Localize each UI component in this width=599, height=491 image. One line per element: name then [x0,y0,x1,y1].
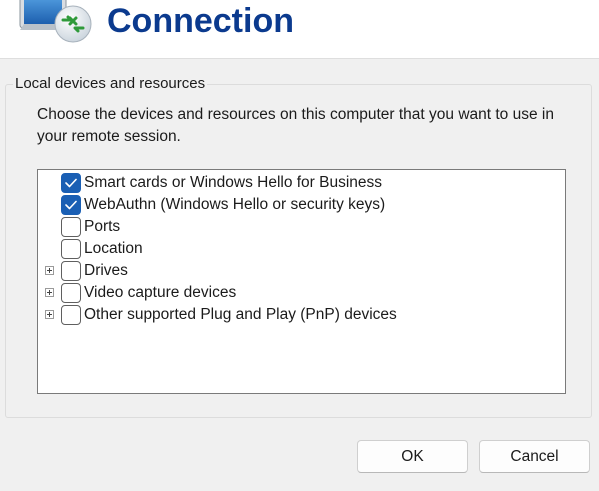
tree-item-smart-cards[interactable]: Smart cards or Windows Hello for Busines… [38,172,565,194]
tree-item-label: Smart cards or Windows Hello for Busines… [84,174,383,191]
expand-plus-icon[interactable] [45,310,54,319]
video-capture-checkbox[interactable] [61,283,81,303]
webauthn-checkbox[interactable] [61,195,81,215]
ports-checkbox[interactable] [61,217,81,237]
remote-desktop-connection-icon [19,0,92,43]
tree-item-label: Video capture devices [84,284,237,301]
page-title: Connection [107,2,294,40]
tree-item-label: Location [84,240,143,257]
tree-item-label: Drives [84,262,128,279]
tree-item-drives[interactable]: Drives [38,260,565,282]
smart-cards-checkbox[interactable] [61,173,81,193]
checkmark-icon [65,200,77,210]
tree-item-webauthn[interactable]: WebAuthn (Windows Hello or security keys… [38,194,565,216]
pnp-devices-checkbox[interactable] [61,305,81,325]
tree-item-pnp-devices[interactable]: Other supported Plug and Play (PnP) devi… [38,304,565,326]
tree-item-video-capture[interactable]: Video capture devices [38,282,565,304]
ok-button[interactable]: OK [357,440,468,473]
tree-item-label: Ports [84,218,121,235]
header-banner: Connection [0,0,599,59]
group-description: Choose the devices and resources on this… [37,106,554,145]
expand-plus-icon[interactable] [45,288,54,297]
drives-checkbox[interactable] [61,261,81,281]
cancel-button[interactable]: Cancel [479,440,590,473]
tree-item-ports[interactable]: Ports [38,216,565,238]
location-checkbox[interactable] [61,239,81,259]
devices-tree[interactable]: Smart cards or Windows Hello for Busines… [37,169,566,394]
tree-item-location[interactable]: Location [38,238,565,260]
checkmark-icon [65,178,77,188]
tree-item-label: Other supported Plug and Play (PnP) devi… [84,306,397,323]
expand-plus-icon[interactable] [45,266,54,275]
groupbox-legend: Local devices and resources [13,75,208,93]
dialog-window: Connection Local devices and resources C… [0,0,599,491]
tree-item-label: WebAuthn (Windows Hello or security keys… [84,196,386,213]
